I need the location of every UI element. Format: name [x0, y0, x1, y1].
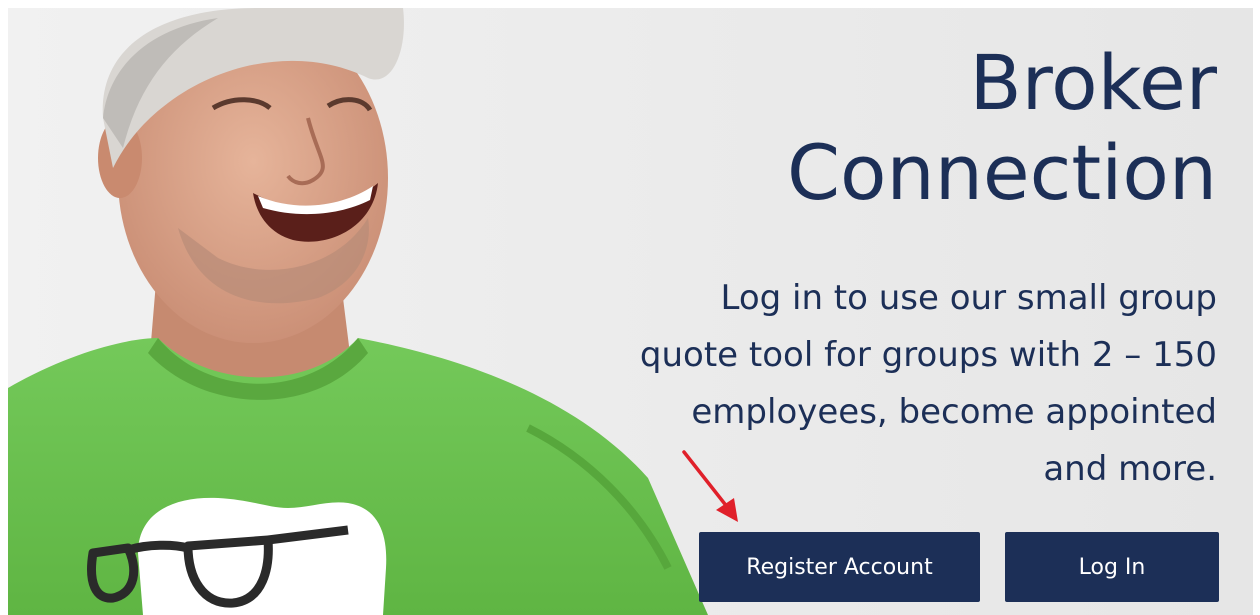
log-in-button[interactable]: Log In [1005, 532, 1219, 602]
page-title: Broker Connection [787, 38, 1217, 218]
annotation-arrow-icon [682, 450, 738, 522]
register-account-button[interactable]: Register Account [699, 532, 980, 602]
description-line-1: Log in to use our small group [720, 278, 1217, 318]
title-line-2: Connection [786, 128, 1217, 217]
title-line-1: Broker [969, 38, 1217, 127]
description-line-2: quote tool for groups with 2 – 150 [639, 335, 1217, 375]
hero-banner: Broker Connection Log in to use our smal… [8, 8, 1253, 615]
description-line-3: employees, become appointed [691, 392, 1217, 432]
hero-description: Log in to use our small group quote tool… [577, 270, 1217, 498]
description-line-4: and more. [1043, 449, 1217, 489]
